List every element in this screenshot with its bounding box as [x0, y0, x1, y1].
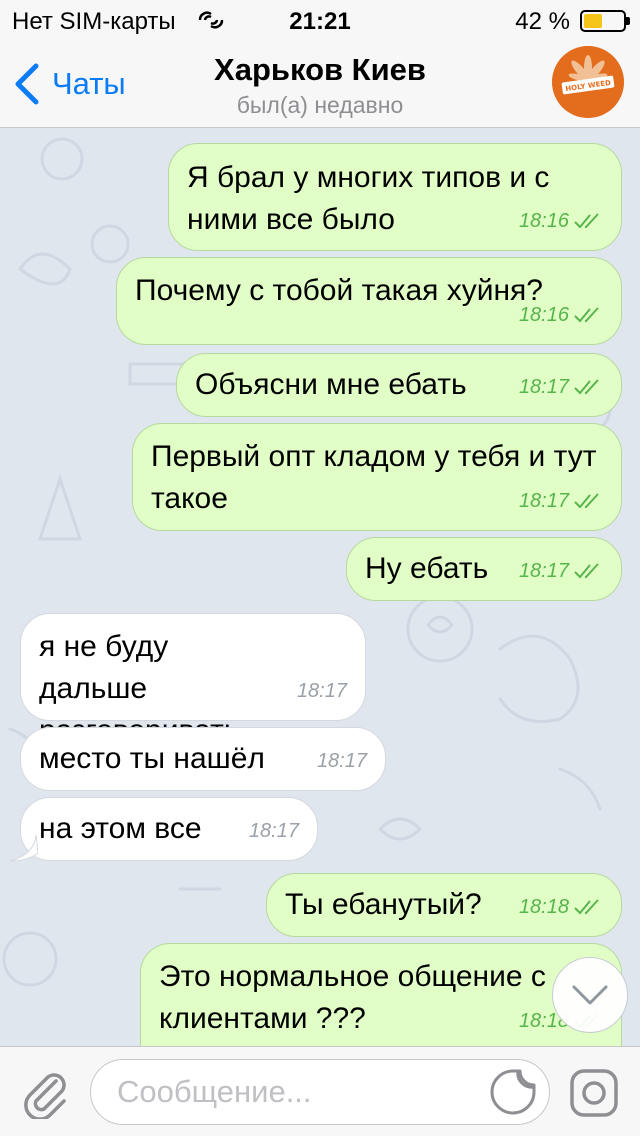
cannabis-leaf-logo-icon: HOLY WEED	[552, 46, 624, 118]
message-meta: 18:17	[317, 740, 367, 782]
message-meta: 18:16	[519, 294, 603, 336]
double-check-icon	[574, 899, 599, 915]
nav-bar: Чаты Харьков Киев был(а) недавно HOLY WE…	[0, 40, 640, 128]
double-check-icon	[574, 379, 599, 395]
message-bubble-outgoing[interactable]: Почему с тобой такая хуйня? 18:16	[116, 257, 622, 345]
camera-icon[interactable]	[566, 1065, 622, 1121]
paperclip-icon[interactable]	[18, 1065, 70, 1119]
message-time: 18:16	[518, 210, 569, 232]
sticker-icon[interactable]	[488, 1067, 538, 1117]
message-meta: 18:17	[519, 480, 603, 522]
input-bar	[0, 1046, 640, 1136]
message-text: Это нормальное общение с клиентами ???	[159, 960, 546, 1035]
message-meta: 18:17	[519, 366, 603, 408]
message-time: 18:17	[518, 560, 569, 582]
double-check-icon	[574, 213, 599, 229]
double-check-icon	[574, 307, 599, 323]
message-time: 18:17	[248, 820, 299, 842]
message-bubble-outgoing[interactable]: Это нормальное общение с клиентами ??? 1…	[140, 943, 622, 1046]
message-time: 18:17	[518, 376, 569, 398]
chevron-down-icon	[572, 985, 608, 1005]
message-bubble-incoming[interactable]: я не буду дальше разговоривать 18:17	[20, 613, 366, 747]
scroll-to-bottom-button[interactable]	[552, 957, 628, 1033]
message-time: 18:16	[518, 304, 569, 326]
battery-level	[584, 14, 602, 28]
chat-status: был(а) недавно	[236, 92, 404, 118]
message-bubble-outgoing[interactable]: Я брал у многих типов и с ними все было …	[168, 143, 622, 251]
message-bubble-outgoing[interactable]: Первый опт кладом у тебя и тут такое 18:…	[132, 423, 622, 531]
battery-percent: 42 %	[515, 8, 570, 35]
message-input[interactable]	[90, 1059, 550, 1125]
message-meta: 18:16	[519, 200, 603, 242]
battery-icon	[580, 10, 630, 32]
avatar[interactable]: HOLY WEED	[552, 46, 624, 118]
message-bubble-outgoing[interactable]: Ты ебанутый? 18:18	[266, 873, 622, 937]
message-meta: 18:17	[297, 670, 347, 712]
status-bar: Нет SIM-карты 21:21 42 %	[0, 0, 640, 40]
double-check-icon	[574, 493, 599, 509]
message-meta: 18:17	[519, 550, 603, 592]
double-check-icon	[574, 563, 599, 579]
chat-area[interactable]: Я брал у многих типов и с ними все было …	[0, 129, 640, 1046]
message-bubble-incoming[interactable]: место ты нашёл 18:17	[20, 727, 386, 791]
message-time: 18:17	[316, 750, 367, 772]
message-bubble-outgoing[interactable]: Объясни мне ебать 18:17	[176, 353, 622, 417]
chat-title[interactable]: Харьков Киев	[0, 52, 640, 88]
message-time: 18:17	[518, 490, 569, 512]
message-bubble-incoming[interactable]: на этом все 18:17	[20, 797, 318, 861]
message-meta: 18:17	[249, 810, 299, 852]
message-meta: 18:18	[519, 886, 603, 928]
message-time: 18:18	[518, 896, 569, 918]
message-time: 18:17	[296, 680, 347, 702]
message-bubble-outgoing[interactable]: Ну ебать 18:17	[346, 537, 622, 601]
bubble-tail	[9, 835, 38, 862]
